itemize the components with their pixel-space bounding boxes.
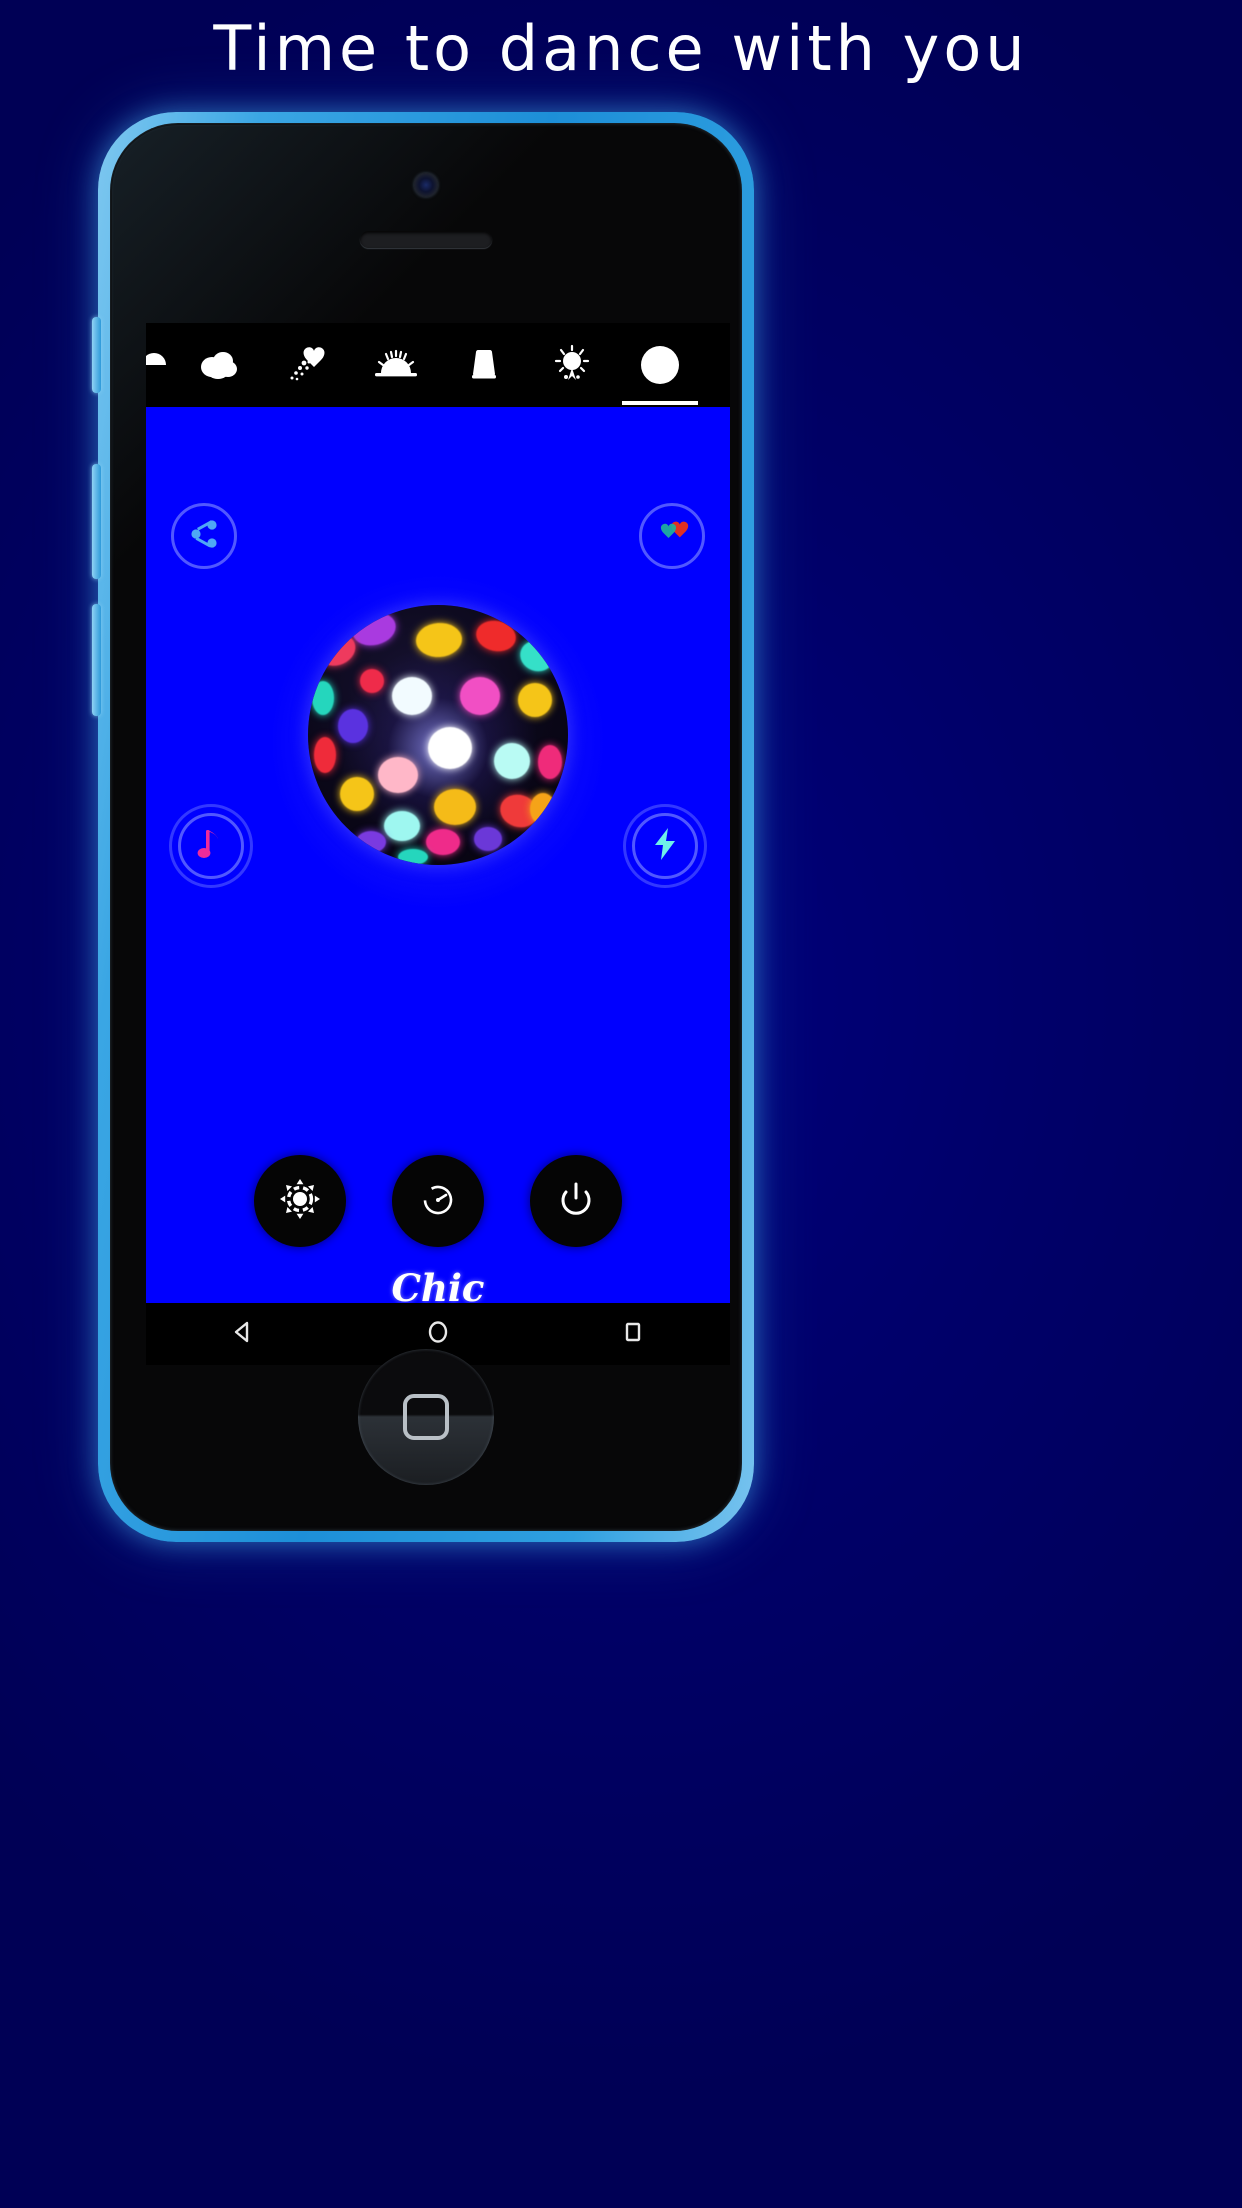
disco-ball-dot bbox=[538, 745, 562, 779]
tab-lamp[interactable] bbox=[440, 323, 528, 407]
disco-ball-dot bbox=[312, 681, 334, 715]
circle-filled-icon bbox=[638, 343, 682, 387]
phone-volume-down-button[interactable] bbox=[92, 604, 101, 716]
comet-heart-icon bbox=[284, 343, 332, 387]
disco-ball-dot bbox=[338, 709, 368, 743]
share-button[interactable] bbox=[171, 503, 237, 569]
phone-mute-switch[interactable] bbox=[92, 317, 101, 393]
phone-body: Chic bbox=[110, 123, 742, 1531]
front-camera-icon bbox=[414, 173, 438, 197]
music-button[interactable] bbox=[169, 804, 253, 888]
tab-comet-heart[interactable] bbox=[264, 323, 352, 407]
tab-clouds[interactable] bbox=[176, 323, 264, 407]
page-title: Time to dance with you bbox=[213, 12, 1029, 85]
disco-ball-dot bbox=[314, 737, 336, 773]
tab-moon[interactable] bbox=[146, 323, 176, 407]
phone-volume-up-button[interactable] bbox=[92, 464, 101, 579]
clouds-icon bbox=[197, 345, 243, 385]
disco-ball-dot bbox=[360, 669, 384, 693]
triangle-left-icon bbox=[228, 1317, 258, 1352]
disco-ball-dot bbox=[474, 827, 502, 851]
tab-sparkle[interactable] bbox=[528, 323, 616, 407]
power-icon bbox=[557, 1180, 595, 1223]
speed-dial-icon bbox=[418, 1179, 458, 1224]
app-screen: Chic bbox=[146, 323, 730, 1365]
disco-ball-dot bbox=[414, 621, 464, 659]
nav-back-button[interactable] bbox=[203, 1303, 283, 1365]
disco-ball-dot bbox=[518, 683, 552, 717]
brightness-button[interactable] bbox=[254, 1155, 346, 1247]
earpiece-speaker-icon bbox=[360, 231, 492, 248]
power-button[interactable] bbox=[530, 1155, 622, 1247]
disco-ball-graphic bbox=[308, 605, 568, 865]
disco-ball[interactable] bbox=[262, 559, 614, 911]
disco-ball-dot bbox=[530, 793, 556, 825]
tab-sunrise[interactable] bbox=[352, 323, 440, 407]
tab-discoball[interactable] bbox=[616, 323, 704, 407]
share-ring bbox=[171, 503, 237, 569]
disco-ball-dot bbox=[398, 849, 428, 865]
favorites-ring bbox=[639, 503, 705, 569]
moon-icon bbox=[146, 345, 176, 385]
music-inner-ring bbox=[178, 813, 244, 879]
nav-recents-button[interactable] bbox=[593, 1303, 673, 1365]
flash-inner-ring bbox=[632, 813, 698, 879]
flash-button[interactable] bbox=[623, 804, 707, 888]
brightness-icon bbox=[279, 1178, 321, 1225]
sparkle-icon bbox=[549, 342, 595, 388]
phone-mockup-frame: Chic bbox=[92, 112, 754, 1542]
app-promo-screenshot: Time to dance with you Chic bbox=[0, 0, 1242, 2208]
home-button[interactable] bbox=[358, 1349, 494, 1485]
disco-ball-dot bbox=[392, 677, 432, 715]
disco-ball-dot bbox=[378, 757, 418, 793]
tab-indicator bbox=[622, 401, 698, 405]
disco-ball-dot bbox=[434, 789, 476, 825]
speed-button[interactable] bbox=[392, 1155, 484, 1247]
effect-tabbar bbox=[146, 323, 730, 407]
circle-outline-icon bbox=[423, 1317, 453, 1352]
favorites-button[interactable] bbox=[639, 503, 705, 569]
bottom-controls bbox=[146, 1155, 730, 1247]
disco-ball-dot bbox=[426, 829, 460, 855]
sunrise-icon bbox=[371, 345, 421, 385]
disco-ball-dot bbox=[494, 743, 530, 779]
lamp-icon bbox=[463, 344, 505, 386]
disco-ball-dot bbox=[460, 677, 500, 715]
square-outline-icon bbox=[618, 1317, 648, 1352]
disco-ball-dot bbox=[428, 727, 472, 769]
disco-ball-dot bbox=[340, 777, 374, 811]
disco-ball-dot bbox=[384, 811, 420, 841]
disco-ball-dot bbox=[356, 831, 386, 853]
home-square-icon bbox=[403, 1394, 449, 1440]
